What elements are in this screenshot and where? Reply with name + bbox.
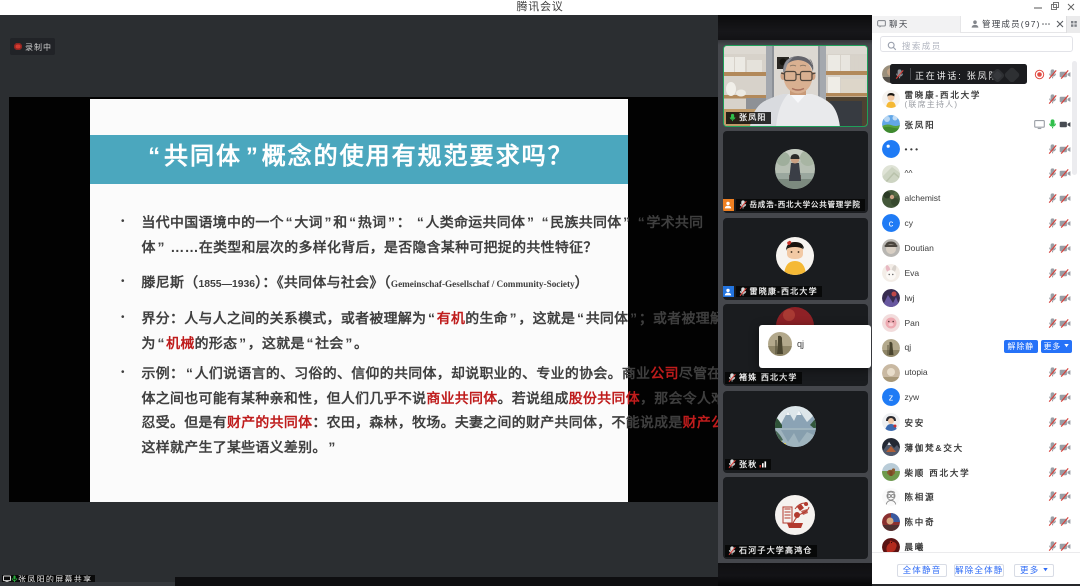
svg-text:z: z [889, 393, 894, 403]
svg-text:c: c [889, 219, 894, 229]
